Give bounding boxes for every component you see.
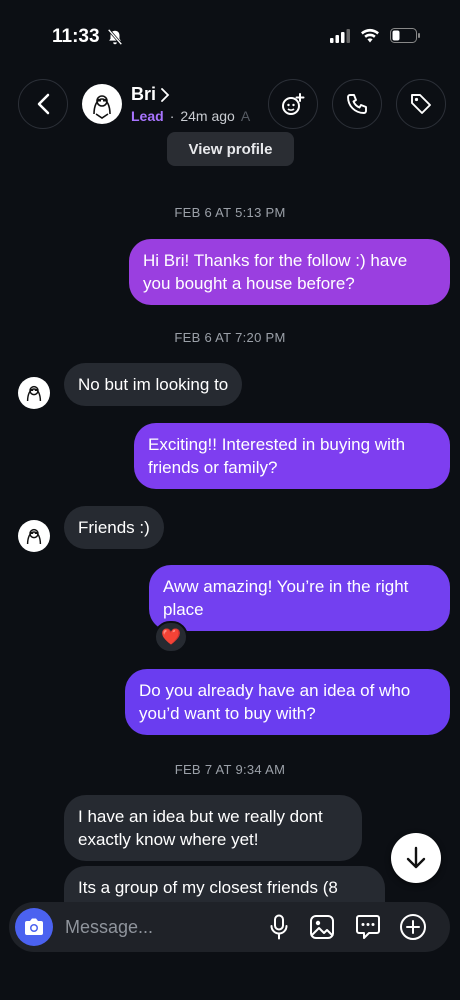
- status-time: 11:33: [52, 26, 124, 48]
- microphone-icon: [270, 914, 288, 940]
- timestamp: FEB 6 AT 7:20 PM: [174, 330, 286, 345]
- active-status: 24m ago: [180, 108, 235, 124]
- back-chevron-icon: [37, 93, 50, 115]
- gallery-button[interactable]: [308, 913, 336, 941]
- avatar-illustration: [93, 95, 111, 119]
- plus-circle-icon: [400, 914, 426, 940]
- message-input[interactable]: [65, 914, 255, 940]
- label-button[interactable]: [396, 79, 446, 129]
- scroll-to-bottom-button[interactable]: [391, 833, 441, 883]
- contact-avatar-small[interactable]: [18, 377, 50, 409]
- contact-subtitle: Lead · 24m ago A: [131, 108, 250, 124]
- phone-icon: [347, 94, 367, 114]
- status-bar: 11:33: [0, 0, 460, 74]
- arrow-down-icon: [406, 846, 426, 869]
- more-button[interactable]: [399, 913, 427, 941]
- microphone-button[interactable]: [265, 913, 293, 941]
- contact-name-link[interactable]: Bri: [131, 84, 170, 105]
- battery-icon: [390, 28, 420, 43]
- signal-icon: [330, 28, 350, 43]
- gallery-icon: [310, 915, 334, 939]
- incoming-message[interactable]: Its a group of my closest friends (8: [64, 866, 385, 902]
- effects-button[interactable]: [268, 79, 318, 129]
- chevron-right-icon: [161, 87, 170, 102]
- incoming-message[interactable]: No but im looking to: [64, 363, 243, 406]
- separator-dot: ·: [169, 108, 175, 124]
- incoming-message[interactable]: Friends :): [64, 506, 164, 549]
- avatar-illustration: [26, 385, 42, 402]
- active-status-extra: A: [240, 108, 251, 124]
- back-button[interactable]: [18, 79, 68, 129]
- outgoing-message[interactable]: Aww amazing! You’re in the right place: [149, 565, 450, 631]
- camera-icon: [25, 918, 43, 935]
- outgoing-message[interactable]: Do you already have an idea of who you’d…: [125, 669, 450, 735]
- contact-avatar[interactable]: [82, 84, 122, 124]
- bell-slash-icon: [107, 28, 122, 46]
- contact-name: Bri: [131, 84, 157, 104]
- timestamp: FEB 7 AT 9:34 AM: [174, 762, 286, 777]
- contact-avatar-small[interactable]: [18, 520, 50, 552]
- sticker-chat-icon: [356, 915, 380, 939]
- time-text: 11:33: [52, 26, 100, 47]
- sticker-button[interactable]: [354, 913, 382, 941]
- timestamp: FEB 6 AT 5:13 PM: [174, 205, 286, 220]
- camera-button[interactable]: [15, 908, 53, 946]
- audio-call-button[interactable]: [332, 79, 382, 129]
- incoming-message[interactable]: I have an idea but we really dont exactl…: [64, 795, 362, 861]
- view-profile-button[interactable]: View profile: [167, 132, 294, 166]
- wifi-icon: [361, 28, 379, 43]
- lead-label: Lead: [131, 108, 164, 124]
- tag-icon: [411, 94, 431, 114]
- effects-icon: [282, 93, 305, 115]
- chat-header: Bri Lead · 24m ago A: [0, 76, 460, 136]
- outgoing-message[interactable]: Exciting!! Interested in buying with fri…: [134, 423, 450, 489]
- heart-reaction[interactable]: ❤️: [154, 621, 188, 653]
- message-composer: [9, 902, 450, 952]
- outgoing-message[interactable]: Hi Bri! Thanks for the follow :) have yo…: [129, 239, 450, 305]
- avatar-illustration: [26, 528, 42, 545]
